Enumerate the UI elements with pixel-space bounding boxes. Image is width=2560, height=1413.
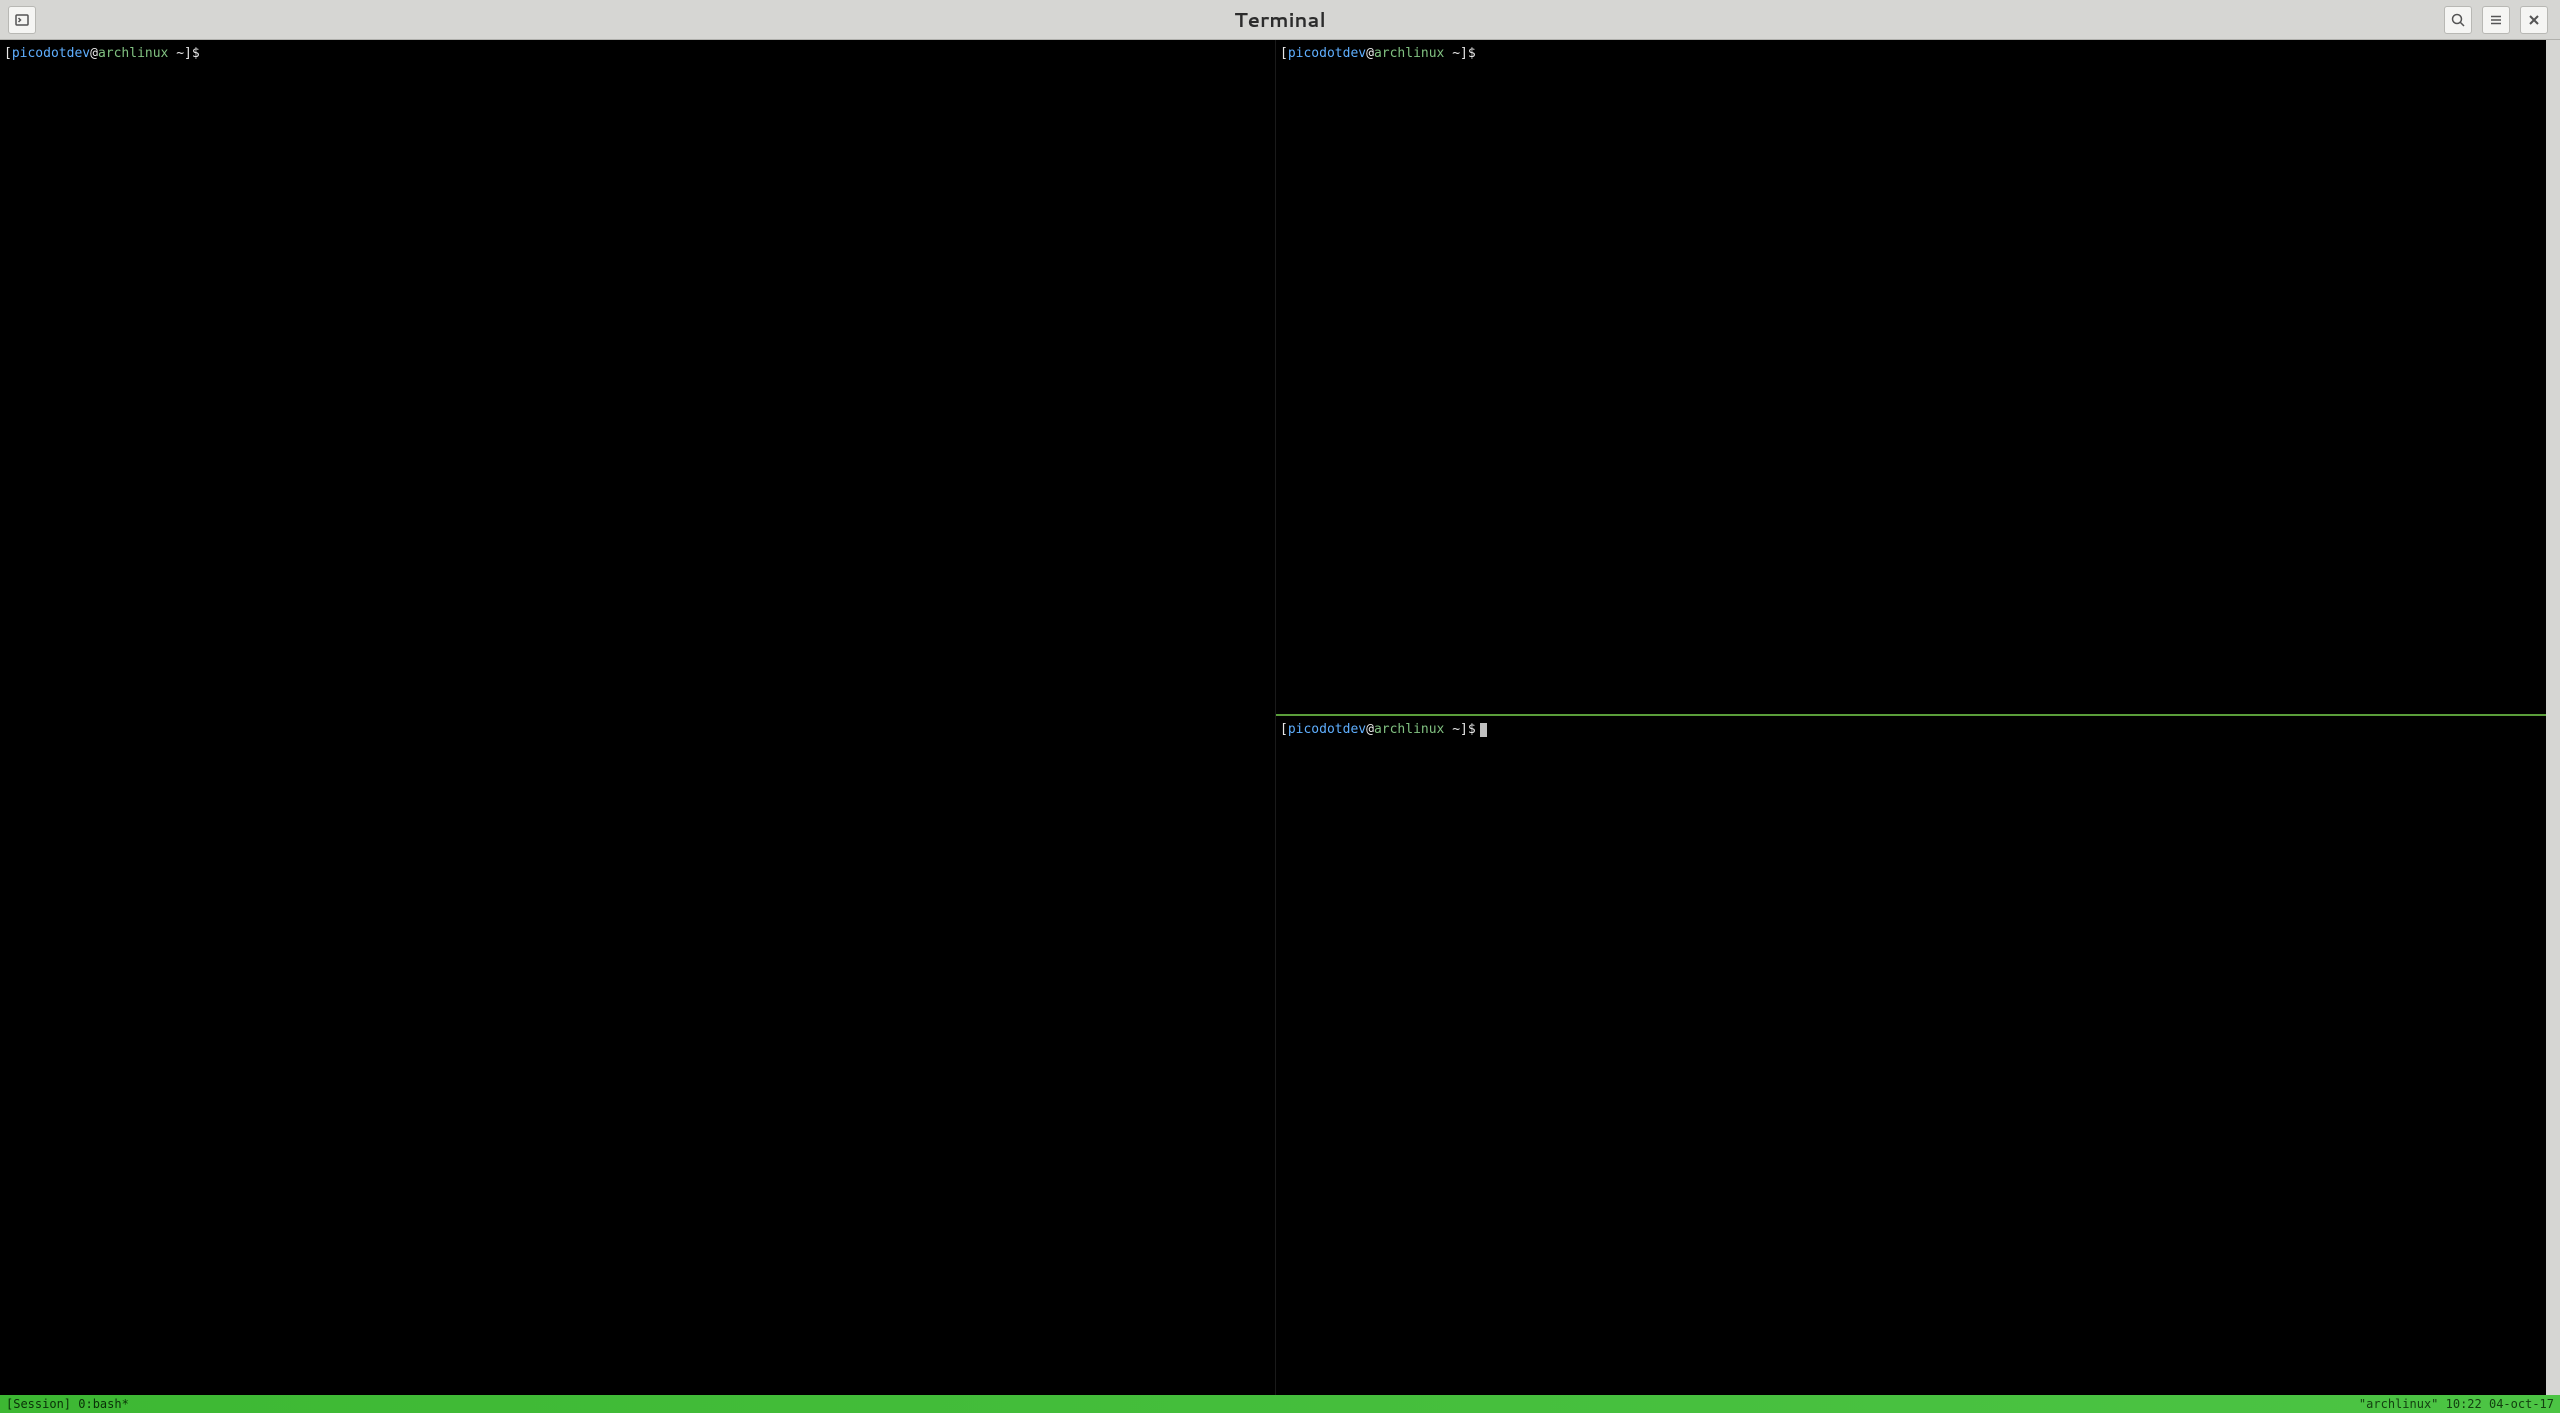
prompt-bracket-close: ] — [1460, 722, 1468, 737]
session-name: [Session] — [6, 1397, 71, 1411]
scrollbar-track[interactable] — [2546, 40, 2560, 1395]
terminal-icon — [14, 12, 30, 28]
pane-top-right[interactable]: [picodotdev@archlinux ~]$ — [1276, 40, 2560, 714]
prompt-user: picodotdev — [1288, 46, 1366, 61]
prompt-host: archlinux — [1374, 46, 1444, 61]
prompt-path: ~ — [1444, 46, 1460, 61]
tmux-panes-container: [picodotdev@archlinux ~]$ [picodotdev@ar… — [0, 40, 2560, 1395]
pane-bottom-right-active[interactable]: [picodotdev@archlinux ~]$ — [1276, 714, 2560, 1395]
shell-prompt: [picodotdev@archlinux ~]$ — [1280, 46, 1476, 63]
prompt-bracket-open: [ — [1280, 46, 1288, 61]
prompt-bracket-open: [ — [4, 46, 12, 61]
statusbar-left: [Session] 0:bash* — [0, 1397, 129, 1411]
new-tab-button[interactable] — [8, 6, 36, 34]
titlebar-right-controls — [2444, 6, 2560, 34]
statusbar-right: "archlinux" 10:22 04-oct-17 — [2359, 1397, 2560, 1411]
prompt-host: archlinux — [98, 46, 168, 61]
pane-left[interactable]: [picodotdev@archlinux ~]$ — [0, 40, 1275, 1395]
terminal-content-area: [picodotdev@archlinux ~]$ [picodotdev@ar… — [0, 40, 2560, 1413]
search-button[interactable] — [2444, 6, 2472, 34]
prompt-at: @ — [90, 46, 98, 61]
menu-button[interactable] — [2482, 6, 2510, 34]
prompt-path: ~ — [168, 46, 184, 61]
prompt-at: @ — [1366, 722, 1374, 737]
hamburger-icon — [2488, 12, 2504, 28]
prompt-at: @ — [1366, 46, 1374, 61]
prompt-bracket-close: ] — [1460, 46, 1468, 61]
prompt-symbol: $ — [1468, 46, 1476, 61]
close-button[interactable] — [2520, 6, 2548, 34]
shell-prompt: [picodotdev@archlinux ~]$ — [4, 46, 200, 63]
tmux-statusbar: [Session] 0:bash* "archlinux" 10:22 04-o… — [0, 1395, 2560, 1413]
close-icon — [2526, 12, 2542, 28]
window-list: 0:bash* — [71, 1397, 129, 1411]
titlebar-left-controls — [0, 6, 40, 34]
pane-right-column: [picodotdev@archlinux ~]$ [picodotdev@ar… — [1275, 40, 2560, 1395]
prompt-path: ~ — [1444, 722, 1460, 737]
prompt-symbol: $ — [192, 46, 200, 61]
cursor — [1480, 723, 1487, 737]
search-icon — [2450, 12, 2466, 28]
prompt-bracket-close: ] — [184, 46, 192, 61]
prompt-user: picodotdev — [1288, 722, 1366, 737]
shell-prompt: [picodotdev@archlinux ~]$ — [1280, 722, 1487, 739]
prompt-symbol: $ — [1468, 722, 1476, 737]
window-title: Terminal — [1234, 6, 1326, 34]
prompt-user: picodotdev — [12, 46, 90, 61]
prompt-bracket-open: [ — [1280, 722, 1288, 737]
prompt-host: archlinux — [1374, 722, 1444, 737]
window-titlebar: Terminal — [0, 0, 2560, 40]
